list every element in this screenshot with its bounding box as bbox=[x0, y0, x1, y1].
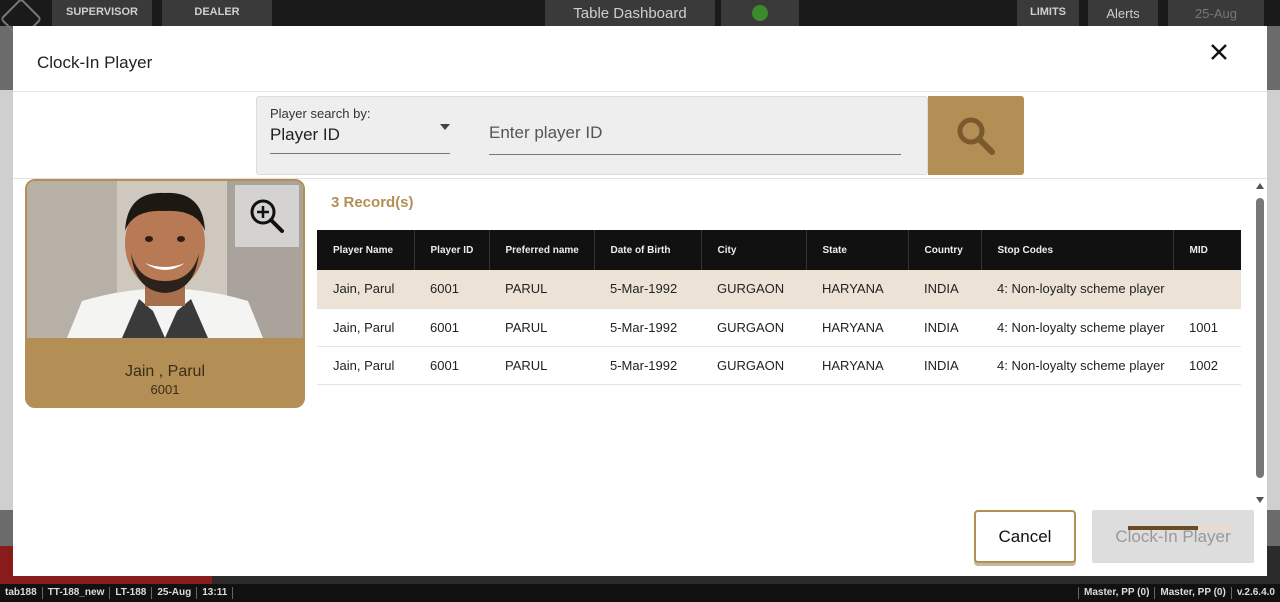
player-id-input[interactable] bbox=[489, 111, 901, 155]
clock-in-progress-bar bbox=[1128, 526, 1198, 530]
col-state[interactable]: State bbox=[806, 230, 909, 270]
cell-state: HARYANA bbox=[822, 281, 884, 297]
search-by-label: Player search by: bbox=[270, 106, 371, 121]
status-date: 25-Aug bbox=[152, 587, 198, 599]
supervisor-tab[interactable]: SUPERVISOR bbox=[52, 0, 152, 26]
cell-date-of-birth: 5-Mar-1992 bbox=[610, 281, 678, 297]
cell-date-of-birth: 5-Mar-1992 bbox=[610, 319, 678, 335]
cell-country: INDIA bbox=[924, 319, 959, 335]
search-row: Player search by: Player ID bbox=[13, 92, 1267, 179]
records-count: 3 Record(s) bbox=[331, 194, 414, 211]
select-underline bbox=[270, 153, 450, 154]
close-icon bbox=[1211, 44, 1227, 60]
results-scrollbar[interactable] bbox=[1253, 183, 1267, 507]
col-player-name[interactable]: Player Name bbox=[317, 230, 415, 270]
col-city[interactable]: City bbox=[701, 230, 807, 270]
results-table: Player Name Player ID Preferred name Dat… bbox=[317, 230, 1241, 385]
status-user-2: Master, PP (0) bbox=[1154, 587, 1230, 599]
cell-preferred-name: PARUL bbox=[505, 281, 548, 297]
app-topbar: SUPERVISOR DEALER Table Dashboard LIMITS… bbox=[0, 0, 1280, 41]
cell-country: INDIA bbox=[924, 281, 959, 297]
status-layout: LT-188 bbox=[110, 587, 153, 599]
col-player-id[interactable]: Player ID bbox=[414, 230, 490, 270]
cell-preferred-name: PARUL bbox=[505, 357, 548, 373]
table-header-row: Player Name Player ID Preferred name Dat… bbox=[317, 230, 1241, 270]
dashboard-label: Table Dashboard bbox=[573, 4, 687, 22]
background-panel-right bbox=[1266, 90, 1280, 510]
player-card-name: Jain , Parul bbox=[124, 363, 206, 380]
col-mid[interactable]: MID bbox=[1173, 230, 1241, 270]
scroll-down-icon[interactable] bbox=[1256, 497, 1264, 503]
cell-city: GURGAON bbox=[717, 357, 785, 373]
clock-in-player-button[interactable]: Clock-In Player bbox=[1092, 510, 1254, 563]
limits-tab[interactable]: LIMITS bbox=[1017, 0, 1079, 26]
status-light-menu[interactable] bbox=[721, 0, 799, 26]
status-table: tab188 bbox=[0, 587, 43, 599]
dealer-tab[interactable]: DEALER bbox=[162, 0, 272, 26]
date-label: 25-Aug bbox=[1195, 5, 1237, 21]
cell-stop-codes: 4: Non-loyalty scheme player bbox=[997, 319, 1165, 335]
table-row[interactable]: Jain, Parul 6001 PARUL 5-Mar-1992 GURGAO… bbox=[317, 270, 1241, 308]
status-table-type: TT-188_new bbox=[43, 587, 111, 599]
cell-player-id: 6001 bbox=[430, 357, 459, 373]
dialog-header: Clock-In Player bbox=[13, 26, 1267, 92]
alerts-button[interactable]: Alerts bbox=[1088, 0, 1158, 26]
cell-city: GURGAON bbox=[717, 319, 785, 335]
player-photo bbox=[27, 181, 303, 338]
cell-mid: 1001 bbox=[1189, 319, 1218, 335]
cell-player-id: 6001 bbox=[430, 319, 459, 335]
status-version: v.2.6.4.0 bbox=[1230, 587, 1280, 599]
player-card: Jain , Parul 6001 bbox=[25, 179, 305, 408]
status-bar: tab188 TT-188_new LT-188 25-Aug 13:11 Ma… bbox=[0, 584, 1280, 602]
date-selector[interactable]: 25-Aug bbox=[1168, 0, 1264, 26]
clock-in-progress-track bbox=[1198, 526, 1231, 530]
cell-player-name: Jain, Parul bbox=[333, 319, 395, 335]
col-country[interactable]: Country bbox=[908, 230, 982, 270]
col-preferred-name[interactable]: Preferred name bbox=[489, 230, 595, 270]
cell-state: HARYANA bbox=[822, 357, 884, 373]
alerts-label: Alerts bbox=[1106, 5, 1140, 21]
status-right-group: Master, PP (0) Master, PP (0) v.2.6.4.0 bbox=[1078, 587, 1280, 599]
cell-preferred-name: PARUL bbox=[505, 319, 548, 335]
cell-date-of-birth: 5-Mar-1992 bbox=[610, 357, 678, 373]
cell-player-id: 6001 bbox=[430, 281, 459, 297]
results-table-wrap: Player Name Player ID Preferred name Dat… bbox=[317, 230, 1241, 385]
zoom-in-icon bbox=[250, 199, 284, 233]
table-dashboard-menu[interactable]: Table Dashboard bbox=[545, 0, 715, 26]
search-by-value: Player ID bbox=[270, 125, 340, 144]
status-user-1: Master, PP (0) bbox=[1078, 587, 1154, 599]
close-button[interactable] bbox=[1207, 40, 1231, 64]
table-row[interactable]: Jain, Parul 6001 PARUL 5-Mar-1992 GURGAO… bbox=[317, 308, 1241, 346]
zoom-photo-button[interactable] bbox=[235, 185, 299, 247]
cell-player-name: Jain, Parul bbox=[333, 357, 395, 373]
col-stop-codes[interactable]: Stop Codes bbox=[981, 230, 1174, 270]
chevron-down-icon bbox=[440, 124, 450, 130]
cell-player-name: Jain, Parul bbox=[333, 281, 395, 297]
cell-mid: 1002 bbox=[1189, 357, 1218, 373]
dialog-title: Clock-In Player bbox=[37, 53, 153, 72]
cell-stop-codes: 4: Non-loyalty scheme player bbox=[997, 281, 1165, 297]
status-time: 13:11 bbox=[197, 587, 234, 599]
background-panel-left bbox=[0, 90, 14, 510]
cancel-button[interactable]: Cancel bbox=[974, 510, 1076, 563]
search-button[interactable] bbox=[928, 96, 1024, 175]
player-card-id: 6001 bbox=[150, 382, 180, 397]
scroll-up-icon[interactable] bbox=[1256, 183, 1264, 189]
player-search-box: Player search by: Player ID bbox=[256, 96, 928, 175]
cell-stop-codes: 4: Non-loyalty scheme player bbox=[997, 357, 1165, 373]
cell-city: GURGAON bbox=[717, 281, 785, 297]
supervisor-tab-label: SUPERVISOR bbox=[66, 6, 138, 18]
clock-in-player-dialog: Clock-In Player Player search by: Player… bbox=[13, 26, 1267, 576]
table-row[interactable]: Jain, Parul 6001 PARUL 5-Mar-1992 GURGAO… bbox=[317, 346, 1241, 384]
cell-country: INDIA bbox=[924, 357, 959, 373]
col-date-of-birth[interactable]: Date of Birth bbox=[594, 230, 702, 270]
search-icon bbox=[957, 117, 995, 155]
cell-state: HARYANA bbox=[822, 319, 884, 335]
cell-mid bbox=[1173, 270, 1241, 308]
scroll-thumb[interactable] bbox=[1256, 198, 1264, 478]
limits-tab-label: LIMITS bbox=[1029, 6, 1067, 18]
dealer-tab-label: DEALER bbox=[194, 6, 240, 18]
status-light-icon bbox=[752, 5, 768, 21]
